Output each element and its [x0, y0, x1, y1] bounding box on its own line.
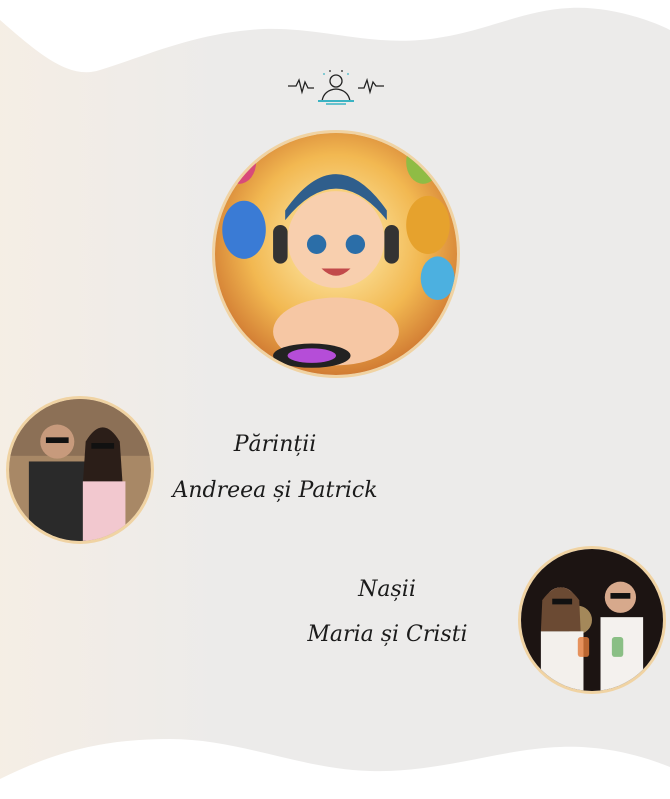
background-wash — [0, 0, 220, 799]
godparents-photo — [518, 546, 666, 694]
parents-title: Părinții — [233, 432, 317, 457]
bottom-wave-decoration — [0, 739, 670, 799]
godparents-names: Maria și Cristi — [307, 622, 468, 647]
dj-logo-icon — [288, 70, 384, 105]
dj-baby-illustration — [212, 130, 460, 378]
parents-names: Andreea și Patrick — [172, 478, 378, 503]
godparents-title: Nașii — [358, 577, 416, 602]
parents-photo — [6, 396, 154, 544]
